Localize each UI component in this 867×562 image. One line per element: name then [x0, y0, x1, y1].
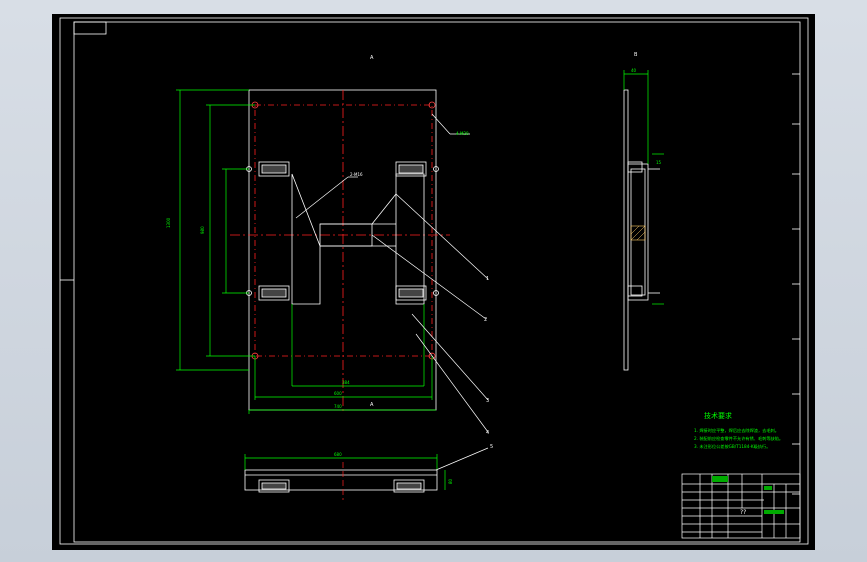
- view-label-side: B: [634, 52, 638, 58]
- side-view: B 40 15: [623, 52, 664, 371]
- cad-drawing: 1300 980 384 600 740 1 2 3 4 4-M20 2-M16…: [59, 17, 809, 545]
- callout-leaders: [295, 113, 489, 433]
- front-view: 5 680 80: [244, 444, 493, 500]
- callout-1: 1: [486, 276, 489, 282]
- dim-note: 2-M16: [350, 172, 363, 177]
- dim-front-length: 680: [334, 452, 342, 457]
- callout-5: 5: [490, 444, 493, 450]
- hole-note: 4-M20: [456, 131, 469, 136]
- tech-req-title: 技术要求: [704, 411, 732, 420]
- callout-2: 2: [484, 317, 487, 323]
- view-label-top: A: [370, 55, 374, 61]
- dim-inner-gap: 384: [342, 380, 350, 385]
- dim-overall-width: 740: [334, 404, 342, 409]
- view-label-top-bottom: A: [370, 402, 374, 408]
- drawing-viewport[interactable]: 1300 980 384 600 740 1 2 3 4 4-M20 2-M16…: [52, 14, 815, 550]
- top-view: 1300 980 384 600 740 1 2 3 4 4-M20 2-M16…: [166, 55, 489, 436]
- clamp-blocks: [246, 161, 439, 301]
- tech-req-item-3: 3. 未注形位公差按GB/T1184-K级执行。: [694, 443, 770, 450]
- title-block: [681, 473, 801, 539]
- callout-4: 4: [486, 430, 489, 436]
- tech-req-item-2: 2. 装配前应检查零件不允许有锈、毛刺等缺陷。: [694, 435, 783, 442]
- technical-requirements: 技术要求 1. 焊接时应平整，焊后应去除焊渣，去毛刺。 2. 装配前应检查零件不…: [694, 411, 783, 450]
- dim-width-bottom: 600: [334, 391, 342, 396]
- callout-3: 3: [486, 398, 489, 404]
- dimension-lines: [176, 89, 436, 414]
- tech-req-item-1: 1. 焊接时应平整，焊后应去除焊渣，去毛刺。: [694, 427, 779, 434]
- dim-inner-height: 980: [200, 226, 205, 234]
- dim-side-right: 15: [656, 160, 662, 165]
- dim-overall-height: 1300: [166, 217, 171, 228]
- dim-front-height: 80: [448, 478, 453, 484]
- dim-side-top: 40: [631, 68, 637, 73]
- title-block-placeholder: ??: [740, 509, 746, 516]
- application-window: 1300 980 384 600 740 1 2 3 4 4-M20 2-M16…: [0, 0, 867, 562]
